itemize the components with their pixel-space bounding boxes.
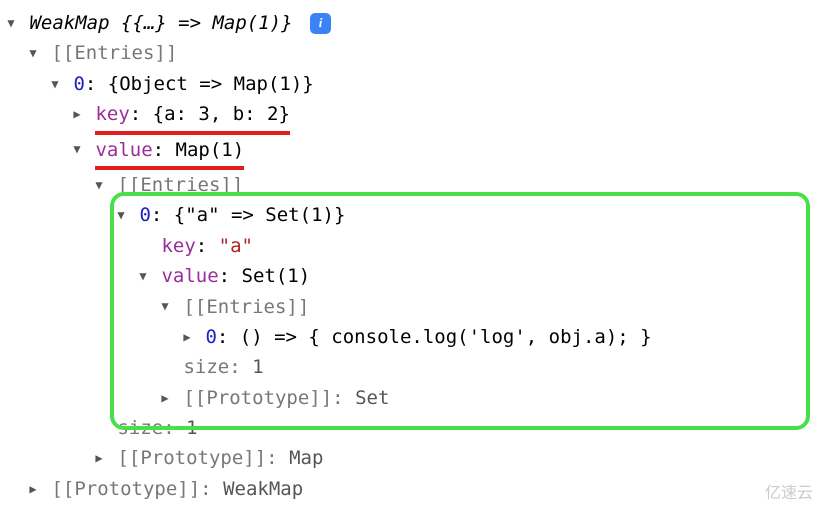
key-value: {a: 3, b: 2}: [153, 103, 290, 125]
chevron-down-icon[interactable]: ▼: [4, 14, 18, 33]
chevron-down-icon[interactable]: ▼: [92, 176, 106, 195]
chevron-down-icon[interactable]: ▼: [114, 206, 128, 225]
inner-entry-summary: {"a" => Set(1)}: [174, 204, 346, 226]
entries-row[interactable]: ▼ [[Entries]]: [4, 38, 817, 68]
chevron-down-icon[interactable]: ▼: [70, 140, 84, 159]
chevron-down-icon[interactable]: ▼: [48, 75, 62, 94]
set-size-value: 1: [252, 356, 263, 378]
entries-label: [[Entries]]: [51, 42, 177, 64]
map-size-value: 1: [186, 417, 197, 439]
inner-key-row: ▶ key: "a": [4, 231, 817, 261]
chevron-right-icon[interactable]: ▶: [70, 105, 84, 124]
value-row[interactable]: ▼ value: Map(1): [4, 135, 817, 170]
map-proto-row[interactable]: ▶ [[Prototype]]: Map: [4, 443, 817, 473]
info-icon[interactable]: i: [310, 13, 331, 34]
chevron-right-icon[interactable]: ▶: [180, 328, 194, 347]
inner-value-summary: Set(1): [242, 265, 311, 287]
inner-entry-row[interactable]: ▼ 0: {"a" => Set(1)}: [4, 200, 817, 230]
entry-index: 0: [73, 73, 84, 95]
chevron-down-icon[interactable]: ▼: [26, 44, 40, 63]
chevron-right-icon[interactable]: ▶: [92, 449, 106, 468]
set-entry-row[interactable]: ▶ 0: () => { console.log('log', obj.a); …: [4, 322, 817, 352]
inner-value-row[interactable]: ▼ value: Set(1): [4, 261, 817, 291]
key-row[interactable]: ▶ key: {a: 3, b: 2}: [4, 99, 817, 134]
root-label: WeakMap {{…} => Map(1)}: [29, 12, 292, 34]
weakmap-proto-label: [[Prototype]]: [51, 478, 200, 500]
inner-key-label: key: [161, 235, 195, 257]
inner-key-value: "a": [219, 235, 253, 257]
chevron-down-icon[interactable]: ▼: [158, 297, 172, 316]
chevron-down-icon[interactable]: ▼: [136, 267, 150, 286]
inner-entry-index: 0: [139, 204, 150, 226]
value-label: value: [95, 139, 152, 161]
weakmap-proto-row[interactable]: ▶ [[Prototype]]: WeakMap: [4, 474, 817, 504]
set-proto-value: Set: [355, 387, 389, 409]
set-proto-row[interactable]: ▶ [[Prototype]]: Set: [4, 383, 817, 413]
value-summary: Map(1): [176, 139, 245, 161]
set-entry-value: () => { console.log('log', obj.a); }: [240, 326, 652, 348]
inner-value-label: value: [161, 265, 218, 287]
map-proto-value: Map: [289, 447, 323, 469]
set-size-row: ▶ size: 1: [4, 352, 817, 382]
inner-entries-label: [[Entries]]: [117, 174, 243, 196]
map-size-label: size: [117, 417, 163, 439]
map-size-row: ▶ size: 1: [4, 413, 817, 443]
inner-entries-row[interactable]: ▼ [[Entries]]: [4, 170, 817, 200]
entry-summary: {Object => Map(1)}: [108, 73, 314, 95]
key-label: key: [95, 103, 129, 125]
map-proto-label: [[Prototype]]: [117, 447, 266, 469]
entry-row[interactable]: ▼ 0: {Object => Map(1)}: [4, 69, 817, 99]
chevron-right-icon[interactable]: ▶: [158, 389, 172, 408]
set-entry-index: 0: [205, 326, 216, 348]
set-entries-label: [[Entries]]: [183, 296, 309, 318]
root-row[interactable]: ▼ WeakMap {{…} => Map(1)} i: [4, 8, 817, 38]
set-size-label: size: [183, 356, 229, 378]
set-entries-row[interactable]: ▼ [[Entries]]: [4, 292, 817, 322]
weakmap-proto-value: WeakMap: [223, 478, 303, 500]
chevron-right-icon[interactable]: ▶: [26, 480, 40, 499]
set-proto-label: [[Prototype]]: [183, 387, 332, 409]
